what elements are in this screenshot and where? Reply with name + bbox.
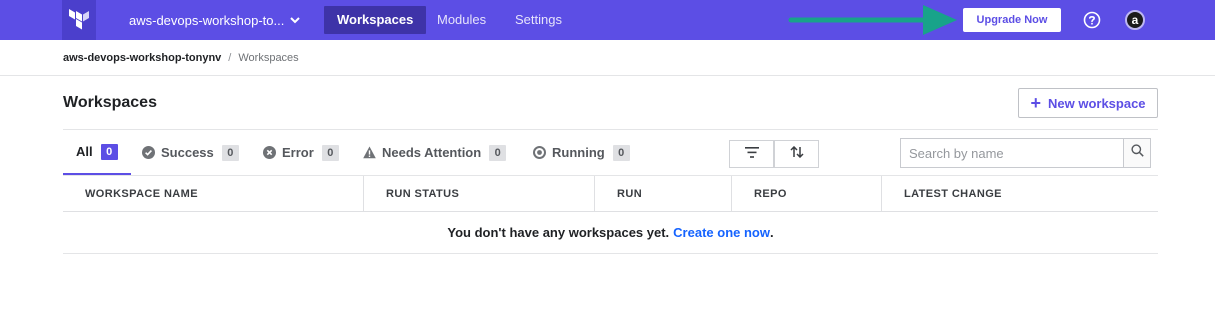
new-workspace-button[interactable]: + New workspace: [1018, 88, 1158, 118]
filter-button[interactable]: [729, 140, 774, 168]
column-divider: [731, 176, 732, 212]
question-circle-icon[interactable]: [1083, 11, 1101, 29]
filter-tab-label: Error: [282, 145, 314, 160]
count-badge: 0: [321, 144, 339, 161]
upgrade-now-button[interactable]: Upgrade Now: [963, 8, 1061, 32]
header-divider: [0, 75, 1215, 76]
breadcrumb-current: Workspaces: [238, 52, 299, 64]
create-workspace-link[interactable]: Create one now: [673, 225, 770, 240]
filter-bar: All 0 Success 0 Error 0 Needs Attention …: [63, 129, 1158, 175]
count-badge: 0: [489, 144, 507, 161]
organization-name: aws-devops-workshop-to...: [129, 12, 285, 28]
filter-icon: [744, 145, 759, 163]
column-header-run[interactable]: RUN: [617, 176, 642, 212]
column-header-repo[interactable]: REPO: [754, 176, 787, 212]
plus-icon: +: [1030, 93, 1041, 113]
warning-triangle-icon: [363, 146, 376, 159]
sort-button[interactable]: [774, 140, 819, 168]
filter-tab-label: Needs Attention: [382, 145, 482, 160]
count-badge: 0: [612, 144, 630, 161]
column-divider: [881, 176, 882, 212]
column-header-latest-change[interactable]: LATEST CHANGE: [904, 176, 1002, 212]
new-workspace-label: New workspace: [1047, 95, 1146, 111]
filter-tab-label: All: [76, 144, 93, 159]
breadcrumb-organization[interactable]: aws-devops-workshop-tonynv: [63, 52, 221, 64]
sort-icon: [789, 145, 804, 163]
breadcrumb-separator: /: [228, 52, 232, 64]
avatar[interactable]: a: [1125, 10, 1145, 30]
annotation-arrow-icon: [788, 5, 957, 35]
filter-tab-success[interactable]: Success 0: [142, 130, 239, 175]
organization-switcher[interactable]: aws-devops-workshop-to...: [129, 0, 301, 40]
running-circle-icon: [533, 146, 546, 159]
filter-tab-all[interactable]: All 0: [63, 130, 131, 175]
count-badge: 0: [221, 144, 239, 161]
filter-tab-needs-attention[interactable]: Needs Attention 0: [363, 130, 507, 175]
chevron-down-icon: [290, 16, 301, 24]
count-badge: 0: [100, 143, 118, 160]
breadcrumb: aws-devops-workshop-tonynv / Workspaces: [63, 50, 299, 66]
search-icon: [1130, 144, 1144, 162]
filter-tab-error[interactable]: Error 0: [263, 130, 339, 175]
nav-tab-modules[interactable]: Modules: [437, 6, 486, 34]
filter-tab-running[interactable]: Running 0: [533, 130, 630, 175]
x-circle-icon: [263, 146, 276, 159]
terraform-logo-icon[interactable]: [62, 0, 96, 40]
empty-state-message: You don't have any workspaces yet.: [447, 225, 670, 240]
check-circle-icon: [142, 146, 155, 159]
workspaces-table: WORKSPACE NAME RUN STATUS RUN REPO LATES…: [63, 175, 1158, 254]
nav-tab-workspaces[interactable]: Workspaces: [324, 6, 427, 34]
column-header-workspace-name[interactable]: WORKSPACE NAME: [85, 176, 198, 212]
column-divider: [594, 176, 595, 212]
filter-tab-label: Success: [161, 145, 214, 160]
filter-tab-label: Running: [552, 145, 605, 160]
nav-tab-settings[interactable]: Settings: [515, 6, 562, 34]
search-input[interactable]: [900, 138, 1124, 168]
column-header-run-status[interactable]: RUN STATUS: [386, 176, 459, 212]
top-navigation-bar: aws-devops-workshop-to... Workspaces Mod…: [0, 0, 1215, 40]
empty-state-row: You don't have any workspaces yet. Creat…: [63, 212, 1158, 254]
empty-state-suffix: .: [769, 225, 774, 240]
table-header: WORKSPACE NAME RUN STATUS RUN REPO LATES…: [63, 175, 1158, 212]
column-divider: [363, 176, 364, 212]
search-button[interactable]: [1123, 138, 1151, 168]
page-title: Workspaces: [63, 94, 157, 111]
